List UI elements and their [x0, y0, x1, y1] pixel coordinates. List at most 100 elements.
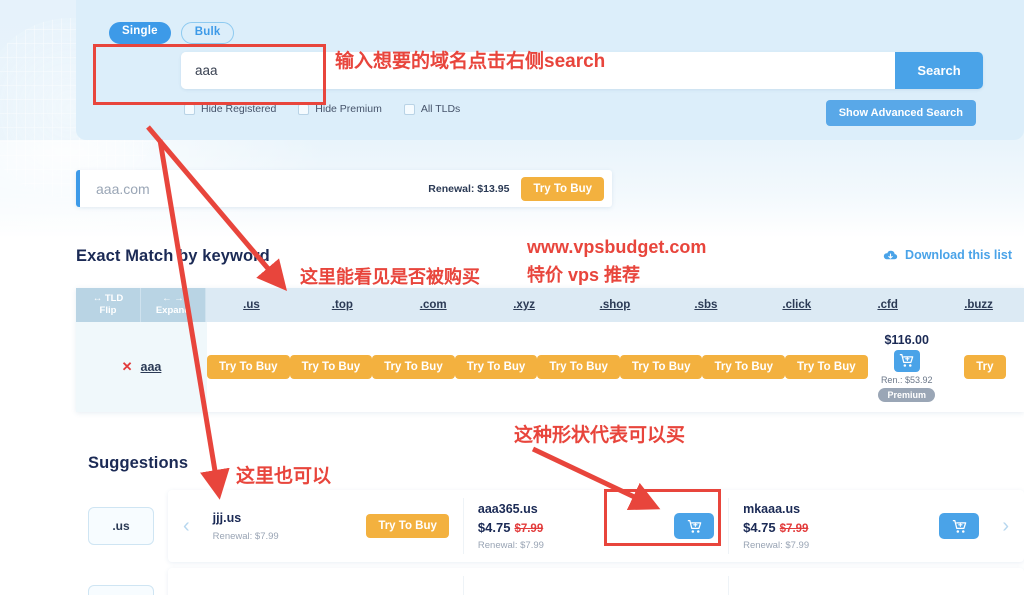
tld-column-header[interactable]: .xyz: [479, 288, 570, 322]
tab-single[interactable]: Single: [109, 22, 171, 44]
suggestion-card[interactable]: bbb.top: [464, 576, 730, 595]
suggestion-info: aaa365.us $4.75 $7.99 Renewal: $7.99: [478, 502, 674, 551]
suggestion-renewal: Renewal: $7.99: [477, 539, 544, 551]
cart-icon: [687, 519, 701, 533]
suggestion-renewal: Renewal: $7.99: [743, 539, 810, 551]
annotation-search-hint: 输入想要的域名点击右侧search: [335, 51, 606, 72]
try-to-buy-button[interactable]: Try To Buy: [372, 355, 455, 379]
tld-row-label: ✕ aaa: [76, 322, 207, 412]
suggestion-domain-name: mkaaa.us: [743, 501, 801, 516]
tab-bulk[interactable]: Bulk: [180, 22, 235, 44]
search-button[interactable]: Search: [895, 52, 983, 89]
try-to-buy-button[interactable]: Try To Buy: [537, 355, 620, 379]
suggestion-carousel: ‹ jjj.us Renewal: $7.99 Try To Buy aaa365.us…: [168, 490, 1024, 562]
filter-all-tlds[interactable]: All TLDs: [403, 103, 461, 115]
tld-column-header[interactable]: .us: [206, 288, 297, 322]
tld-expand-button[interactable]: ← → Expand: [141, 288, 206, 322]
annotation-table-hint: 这里能看见是否被购买: [300, 267, 480, 287]
suggestion-old-price: $7.99: [779, 522, 809, 535]
tld-flip-button[interactable]: ↔ TLD Flip: [76, 288, 141, 322]
tld-cell: Try To Buy: [289, 322, 373, 412]
tld-cell: Try To Buy: [372, 322, 455, 412]
annotation-cart-hint: 这种形状代表可以买: [514, 425, 686, 446]
premium-renewal: Ren.: $53.92: [880, 374, 933, 385]
try-to-buy-button[interactable]: Try To Buy: [207, 355, 290, 379]
tld-cell: Try To Buy: [619, 322, 703, 412]
suggestions-list: .us ‹ jjj.us Renewal: $7.99 Try To Buy aaa365…: [76, 490, 1024, 595]
tld-flip-label-line1: ↔ TLD: [92, 293, 124, 305]
show-advanced-search-button[interactable]: Show Advanced Search: [825, 100, 976, 126]
suggestion-card[interactable]: mkaaa.top: [199, 576, 464, 595]
suggestion-old-price: $7.99: [514, 522, 544, 535]
try-to-buy-button[interactable]: Try: [964, 355, 1006, 379]
tld-flip-label-line2: Flip: [99, 305, 117, 316]
suggestion-carousel: ‹mkaaa.topbbb.topjjj.top›: [168, 568, 1024, 595]
tld-row-cells: Try To Buy Try To Buy Try To Buy Try To Buy…: [207, 322, 1024, 412]
carousel-next-icon[interactable]: ›: [993, 515, 1018, 538]
tld-column-header[interactable]: .com: [388, 288, 479, 322]
tld-cell-premium: $116.00 Ren.: $53.92 Premium: [868, 322, 946, 412]
add-to-cart-button[interactable]: [674, 513, 715, 539]
suggestion-price-line: $4.75 $7.99: [743, 519, 939, 537]
download-this-list-link[interactable]: Download this list: [883, 248, 1012, 262]
suggestion-tld-chip[interactable]: .us: [88, 507, 154, 545]
tld-cell: Try To Buy: [537, 322, 620, 412]
try-to-buy-button[interactable]: Try To Buy: [454, 355, 538, 379]
premium-price: $116.00: [884, 332, 929, 347]
try-to-buy-button[interactable]: Try To Buy: [619, 355, 703, 379]
suggestion-tld-chip[interactable]: .top: [88, 585, 154, 595]
try-to-buy-button[interactable]: Try To Buy: [702, 355, 786, 379]
checkbox-all-tlds[interactable]: [403, 103, 415, 115]
download-label: Download this list: [905, 248, 1012, 262]
checkbox-hide-premium[interactable]: [298, 103, 310, 115]
suggestions-title: Suggestions: [88, 454, 189, 472]
suggestion-card[interactable]: jjj.us Renewal: $7.99 Try To Buy: [199, 498, 464, 554]
add-to-cart-button[interactable]: [893, 349, 920, 372]
cart-icon: [952, 519, 967, 533]
search-filters: Hide Registered Hide Premium All TLDs: [184, 103, 460, 115]
page-root: Single Bulk Search Hide Registered Hide …: [0, 0, 1024, 595]
tld-column-header[interactable]: .buzz: [933, 288, 1024, 322]
tld-column-header[interactable]: .click: [751, 288, 842, 322]
tld-cell: Try To Buy: [785, 322, 868, 412]
tld-table-body: ✕ aaa Try To Buy Try To Buy Try To Buy Try …: [76, 322, 1024, 412]
try-to-buy-button[interactable]: Try To Buy: [366, 514, 449, 538]
annotation-promo-line1: www.vpsbudget.com: [527, 237, 707, 257]
tld-column-headers: .us .top .com .xyz .shop .sbs .click .cfd .buzz: [206, 288, 1024, 322]
exact-domain-renewal: Renewal: $13.95: [428, 182, 510, 195]
annotation-promo-line2: 特价 vps 推荐: [527, 265, 641, 285]
checkbox-hide-registered[interactable]: [184, 103, 195, 115]
suggestion-renewal: Renewal: $7.99: [212, 530, 279, 542]
filter-hide-premium[interactable]: Hide Premium: [298, 103, 382, 115]
suggestion-info: mkaaa.us $4.75 $7.99 Renewal: $7.99: [743, 502, 939, 551]
tld-results-table: ↔ TLD Flip ← → Expand .us .top .com .xyz .sh…: [76, 288, 1024, 412]
exact-domain-try-to-buy-button[interactable]: Try To Buy: [521, 176, 604, 201]
suggestion-card[interactable]: aaa365.us $4.75 $7.99 Renewal: $7.99: [464, 498, 730, 554]
suggestion-row: .us ‹ jjj.us Renewal: $7.99 Try To Buy aaa365…: [76, 490, 1024, 562]
filter-label: All TLDs: [420, 103, 461, 115]
search-mode-toggle: Single Bulk: [109, 22, 235, 44]
exact-match-title: Exact Match by keyword: [76, 247, 270, 265]
add-to-cart-button[interactable]: [939, 513, 980, 539]
try-to-buy-button[interactable]: Try To Buy: [289, 355, 373, 379]
tld-row-keyword[interactable]: aaa: [141, 360, 162, 374]
premium-badge: Premium: [878, 387, 935, 402]
filter-hide-registered[interactable]: Hide Registered: [184, 103, 276, 115]
filter-label: Hide Premium: [315, 103, 382, 115]
tld-column-header[interactable]: .top: [297, 288, 388, 322]
tld-column-header[interactable]: .sbs: [660, 288, 751, 322]
suggestion-price-line: $4.75 $7.99: [478, 519, 674, 537]
try-to-buy-button[interactable]: Try To Buy: [785, 355, 868, 379]
tld-column-header[interactable]: .shop: [570, 288, 661, 322]
suggestion-card[interactable]: jjj.top: [729, 576, 993, 595]
x-mark-icon: ✕: [121, 359, 133, 374]
suggestion-domain-name: aaa365.us: [477, 501, 538, 516]
cart-icon: [900, 354, 914, 367]
tld-table-header: ↔ TLD Flip ← → Expand .us .top .com .xyz .sh…: [76, 288, 1024, 322]
suggestion-info: jjj.us Renewal: $7.99: [213, 511, 367, 542]
carousel-prev-icon[interactable]: ‹: [174, 515, 199, 538]
expand-arrow-icon: ← →: [162, 293, 184, 305]
exact-domain-card: aaa.com Renewal: $13.95 Try To Buy: [76, 170, 612, 207]
suggestion-card[interactable]: mkaaa.us $4.75 $7.99 Renewal: $7.99: [729, 498, 993, 554]
tld-column-header[interactable]: .cfd: [842, 288, 933, 322]
